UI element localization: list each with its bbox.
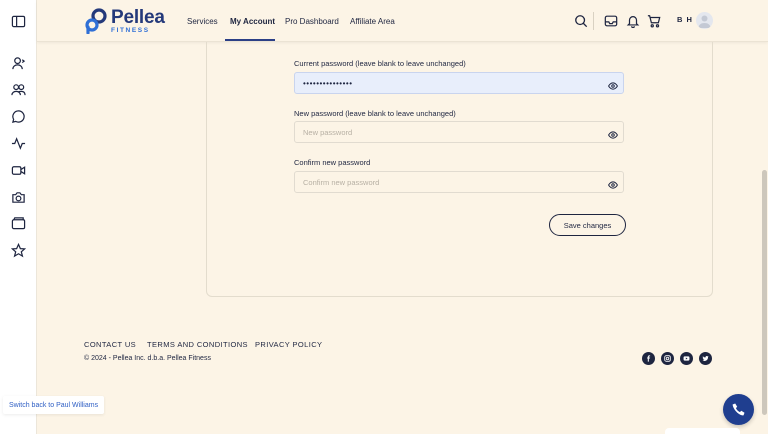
avatar[interactable] <box>696 12 713 29</box>
facebook-icon[interactable] <box>642 352 655 365</box>
chat-widget-tab[interactable] <box>665 428 740 434</box>
camera-icon[interactable] <box>11 190 26 205</box>
current-password-input[interactable] <box>294 72 624 94</box>
bell-icon[interactable] <box>626 14 640 29</box>
copyright-text: © 2024 - Pellea Inc. d.b.a. Pellea Fitne… <box>84 355 211 362</box>
avatar-placeholder-icon <box>698 15 711 28</box>
top-header: Pellea FITNESS Services My Account Pro D… <box>37 0 768 42</box>
new-password-label: New password (leave blank to leave uncha… <box>294 109 456 118</box>
eye-icon[interactable] <box>608 177 618 189</box>
pellea-logo-mark-icon <box>85 8 107 34</box>
nav-my-account[interactable]: My Account <box>230 0 275 42</box>
inbox-icon[interactable] <box>604 14 618 28</box>
footer-privacy-policy[interactable]: PRIVACY POLICY <box>255 340 322 349</box>
switch-back-user-link[interactable]: Switch back to Paul Williams <box>3 396 105 414</box>
header-divider <box>593 12 594 30</box>
twitter-icon[interactable] <box>699 352 712 365</box>
current-password-label: Current password (leave blank to leave u… <box>294 59 466 68</box>
logo-subtitle: FITNESS <box>111 26 150 34</box>
nav-pro-dashboard[interactable]: Pro Dashboard <box>285 0 339 42</box>
active-nav-indicator <box>225 39 275 41</box>
instagram-icon[interactable] <box>661 352 674 365</box>
youtube-icon[interactable] <box>680 352 693 365</box>
page-scrollbar[interactable] <box>762 170 767 415</box>
wallet-icon[interactable] <box>11 216 26 231</box>
nav-services[interactable]: Services <box>187 0 218 42</box>
sidebar-toggle-icon[interactable] <box>11 14 26 29</box>
eye-icon[interactable] <box>608 78 618 90</box>
user-icon[interactable] <box>11 56 26 71</box>
footer-terms[interactable]: TERMS AND CONDITIONS <box>147 340 248 349</box>
confirm-password-label: Confirm new password <box>294 158 371 167</box>
confirm-password-input[interactable] <box>294 171 624 193</box>
star-icon[interactable] <box>11 243 26 258</box>
chat-icon[interactable] <box>11 109 26 124</box>
search-icon[interactable] <box>574 14 588 28</box>
footer-contact-us[interactable]: CONTACT US <box>84 340 136 349</box>
eye-icon[interactable] <box>608 127 618 139</box>
video-icon[interactable] <box>11 163 26 178</box>
call-button[interactable] <box>723 394 754 425</box>
activity-icon[interactable] <box>11 136 26 151</box>
left-icon-rail <box>0 0 37 434</box>
save-changes-button[interactable]: Save changes <box>549 214 626 236</box>
new-password-input[interactable] <box>294 121 624 143</box>
phone-icon <box>732 403 744 415</box>
users-icon[interactable] <box>11 82 26 97</box>
logo-name: Pellea <box>111 6 165 28</box>
pellea-logo[interactable]: Pellea FITNESS <box>84 7 165 35</box>
nav-affiliate-area[interactable]: Affiliate Area <box>350 0 395 42</box>
user-initials: B H <box>677 15 693 24</box>
cart-icon[interactable] <box>647 14 661 28</box>
